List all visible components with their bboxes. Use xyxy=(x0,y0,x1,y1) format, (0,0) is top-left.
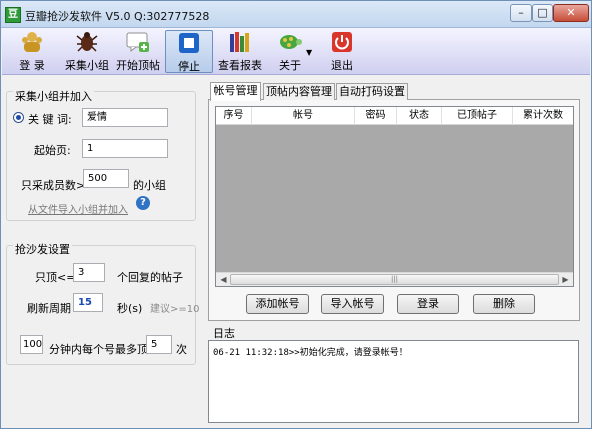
stop-icon xyxy=(179,33,199,53)
toolbar-label: 查看报表 xyxy=(218,59,262,72)
window-title: 豆瓣抢沙发软件 V5.0 Q:302777528 xyxy=(25,10,210,23)
toolbar-start-button[interactable]: 开始顶帖 xyxy=(114,30,162,73)
tab-captcha-settings[interactable]: 自动打码设置 xyxy=(336,83,408,100)
log-output[interactable]: 06-21 11:32:18>>初始化完成，请登录帐号！ xyxy=(208,340,579,423)
keyword-radio[interactable] xyxy=(13,112,24,123)
tab-post-content[interactable]: 顶帖内容管理 xyxy=(263,83,335,100)
toolbar: 登 录 采集小组 开始顶帖 停止 查看报表 关于 ▼ 退出 xyxy=(2,28,590,75)
login-button[interactable]: 登录 xyxy=(397,294,459,314)
collect-panel-title: 采集小组并加入 xyxy=(13,88,94,104)
delete-button[interactable]: 删除 xyxy=(473,294,535,314)
turtle-icon xyxy=(280,35,302,49)
refresh-hint: 建议>=10 xyxy=(150,304,200,315)
refresh-suffix: 秒(s) xyxy=(117,302,143,315)
column-header[interactable]: 已顶帖子 xyxy=(442,107,513,125)
minimize-button[interactable]: – xyxy=(510,4,532,22)
help-icon[interactable]: ? xyxy=(136,196,150,210)
column-header[interactable]: 帐号 xyxy=(252,107,355,125)
toolbar-label: 登 录 xyxy=(19,59,45,72)
title-bar[interactable]: 豆 豆瓣抢沙发软件 V5.0 Q:302777528 – □ ✕ xyxy=(1,1,591,28)
refresh-input[interactable]: 15 xyxy=(73,293,103,312)
toolbar-login-button[interactable]: 登 录 xyxy=(14,30,50,73)
keyword-input[interactable]: 爱情 xyxy=(82,108,168,127)
column-header[interactable]: 序号 xyxy=(216,107,252,125)
add-account-button[interactable]: 添加帐号 xyxy=(246,294,309,314)
toolbar-label: 关于 xyxy=(279,59,301,72)
top-limit-input[interactable]: 3 xyxy=(73,263,105,282)
log-line: 06-21 11:32:18>>初始化完成，请登录帐号！ xyxy=(213,348,408,358)
members-suffix: 的小组 xyxy=(133,179,166,192)
toolbar-collect-button[interactable]: 采集小组 xyxy=(64,30,110,73)
chat-bubble-icon xyxy=(126,32,149,53)
top-limit-label: 只顶<= xyxy=(35,271,76,284)
table-header: 序号 帐号 密码 状态 已顶帖子 累计次数 xyxy=(216,107,573,125)
bug-icon xyxy=(76,32,98,52)
import-groups-link[interactable]: 从文件导入小组并加入 xyxy=(28,201,128,216)
toolbar-label: 退出 xyxy=(331,59,353,72)
app-icon: 豆 xyxy=(5,7,21,23)
column-header[interactable]: 密码 xyxy=(355,107,397,125)
toolbar-report-button[interactable]: 查看报表 xyxy=(216,30,264,73)
dropdown-arrow-icon[interactable]: ▼ xyxy=(306,48,312,57)
scroll-left-icon[interactable]: ◀ xyxy=(217,274,230,286)
tab-account-management[interactable]: 帐号管理 xyxy=(210,82,261,101)
maximize-button[interactable]: □ xyxy=(532,4,553,22)
books-chart-icon xyxy=(230,32,249,52)
scroll-right-icon[interactable]: ▶ xyxy=(559,274,572,286)
toolbar-label: 采集小组 xyxy=(65,59,109,72)
limit-minutes-input[interactable]: 100 xyxy=(20,335,43,354)
column-header[interactable]: 状态 xyxy=(397,107,442,125)
limit-suffix: 次 xyxy=(176,343,187,356)
login-users-icon xyxy=(22,32,42,52)
power-icon xyxy=(332,32,352,52)
limit-middle-label: 分钟内每个号最多顶 xyxy=(49,343,148,356)
members-input[interactable]: 500 xyxy=(83,169,129,188)
toolbar-stop-button[interactable]: 停止 xyxy=(165,30,213,73)
start-page-label: 起始页: xyxy=(34,144,71,157)
top-limit-suffix: 个回复的帖子 xyxy=(117,271,183,284)
horizontal-scrollbar[interactable]: ◀ ||| ▶ xyxy=(216,272,573,286)
toolbar-label: 开始顶帖 xyxy=(116,59,160,72)
log-title: 日志 xyxy=(213,327,235,340)
import-account-button[interactable]: 导入帐号 xyxy=(321,294,384,314)
sofa-panel-title: 抢沙发设置 xyxy=(13,241,72,257)
scroll-thumb[interactable]: ||| xyxy=(230,274,559,285)
main-window: 豆 豆瓣抢沙发软件 V5.0 Q:302777528 – □ ✕ 登 录 采集小… xyxy=(0,0,592,429)
start-page-input[interactable]: 1 xyxy=(82,139,168,158)
keyword-label: 关 键 词: xyxy=(28,113,72,126)
toolbar-about-button[interactable]: 关于 ▼ xyxy=(268,30,312,73)
column-header[interactable]: 累计次数 xyxy=(513,107,573,125)
refresh-label: 刷新周期 xyxy=(27,302,71,315)
toolbar-label: 停止 xyxy=(178,60,200,73)
close-button[interactable]: ✕ xyxy=(553,4,589,22)
limit-count-input[interactable]: 5 xyxy=(146,335,172,354)
account-table[interactable]: 序号 帐号 密码 状态 已顶帖子 累计次数 ◀ ||| ▶ xyxy=(215,106,574,287)
toolbar-exit-button[interactable]: 退出 xyxy=(322,30,362,73)
